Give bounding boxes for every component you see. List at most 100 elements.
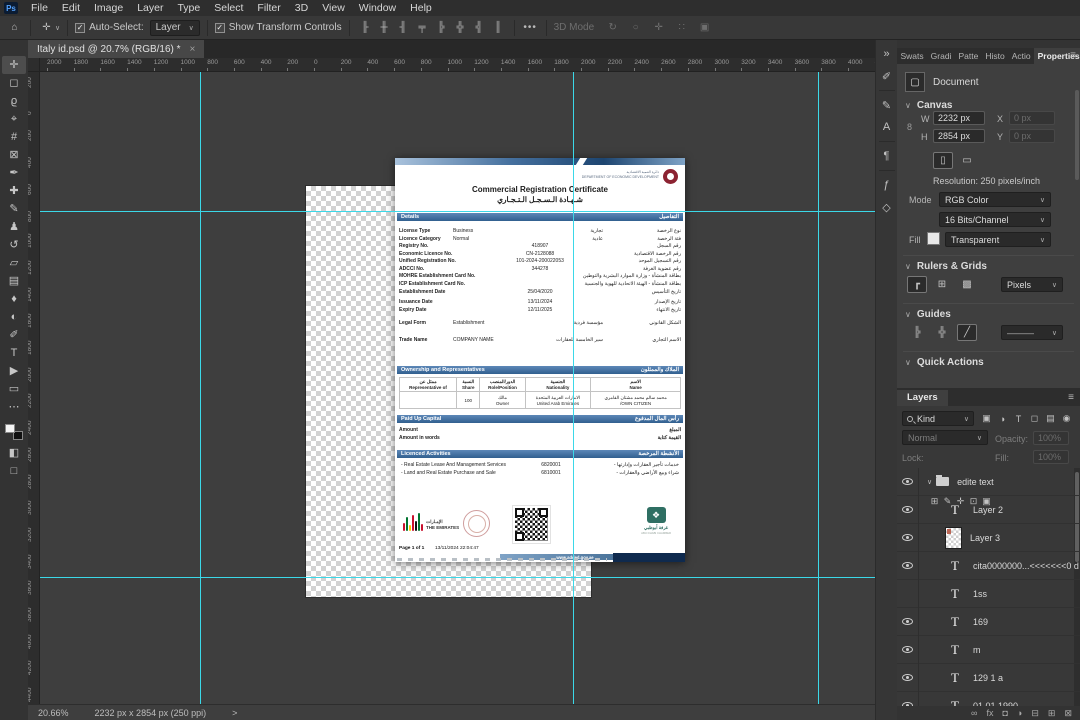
status-chevron-icon[interactable]: > (232, 708, 237, 718)
visibility-toggle[interactable] (897, 579, 919, 608)
new-guide-icon[interactable]: ╠ (907, 324, 927, 341)
menu-help[interactable]: Help (403, 1, 439, 15)
menu-type[interactable]: Type (170, 1, 207, 15)
width-field[interactable]: 2232 px (933, 111, 985, 125)
guide-vertical-2[interactable] (573, 72, 574, 704)
zoom-level[interactable]: 20.66% (38, 708, 69, 718)
y-field[interactable]: 0 px (1009, 129, 1055, 143)
color-mode-select[interactable]: RGB Color ∨ (939, 192, 1051, 207)
filter-pin-icon[interactable]: ◉ (1059, 411, 1074, 426)
gradient-tool[interactable]: ▤ (2, 272, 26, 290)
screen-mode-icon[interactable]: □ (2, 462, 26, 480)
menu-filter[interactable]: Filter (250, 1, 287, 15)
tab-swats[interactable]: Swats (897, 48, 927, 64)
layer-name[interactable]: Layer 3 (970, 533, 1000, 543)
guide-style-select[interactable]: ——— ∨ (1001, 325, 1063, 340)
visibility-toggle[interactable] (897, 523, 919, 552)
layer-name[interactable]: 169 (973, 617, 988, 627)
menu-layer[interactable]: Layer (130, 1, 170, 15)
crop-tool[interactable]: # (2, 128, 26, 146)
move-tool[interactable]: ✛ (2, 56, 26, 74)
layer-row[interactable]: T 1ss (897, 579, 1080, 608)
home-icon[interactable]: ⌂ (6, 22, 23, 33)
lasso-tool[interactable]: ϱ (2, 92, 26, 110)
filter-adjustment-icon[interactable]: ◑ (995, 411, 1010, 426)
collapse-panels-icon[interactable]: » (877, 43, 897, 65)
menu-select[interactable]: Select (207, 1, 250, 15)
frame-tool[interactable]: ⊠ (2, 146, 26, 164)
layer-name[interactable]: 129 1 a (973, 673, 1003, 683)
visibility-toggle[interactable] (897, 607, 919, 636)
show-transform-checkbox[interactable]: ✓ (214, 22, 225, 33)
distribute-center-icon[interactable]: ╬ (452, 22, 469, 33)
layer-row[interactable]: ∨ edite text (897, 468, 1080, 496)
delete-layer-icon[interactable]: ⊠ (1064, 708, 1072, 719)
eraser-tool[interactable]: ▱ (2, 254, 26, 272)
adjustment-layer-icon[interactable]: ◑ (1017, 708, 1022, 718)
shape-tool[interactable]: ▭ (2, 380, 26, 398)
tab-patte[interactable]: Patte (955, 48, 982, 64)
blend-mode-select[interactable]: Normal ∨ (902, 430, 988, 445)
layer-filter-select[interactable]: Kind ∨ (902, 411, 974, 426)
guides-section-header[interactable]: ∨ Guides (905, 309, 951, 320)
clear-guides-icon[interactable]: ╱ (957, 324, 977, 341)
visibility-toggle[interactable] (897, 635, 919, 664)
layer-row[interactable]: T 169 (897, 607, 1080, 636)
layers-menu-icon[interactable]: ≡ (1068, 392, 1074, 403)
distribute-top-icon[interactable]: ╠ (433, 22, 450, 33)
guide-vertical-3[interactable] (818, 72, 819, 704)
guide-horizontal-1[interactable] (40, 211, 875, 212)
layer-name[interactable]: 1ss (973, 589, 987, 599)
tab-histo[interactable]: Histo (982, 48, 1008, 64)
align-center-h-icon[interactable]: ╫ (376, 22, 393, 33)
layer-row[interactable]: T 01.01.1990 (897, 691, 1080, 706)
color-swatches[interactable] (5, 424, 23, 440)
auto-select-target-dropdown[interactable]: Layer ∨ (149, 19, 200, 36)
vertical-ruler[interactable]: 2000200400600800100012001400160018002000… (28, 72, 40, 704)
layer-name[interactable]: Layer 2 (973, 505, 1003, 515)
visibility-toggle[interactable] (897, 468, 919, 496)
history-brush-tool[interactable]: ↺ (2, 236, 26, 254)
menu-file[interactable]: File (24, 1, 55, 15)
quick-mask-icon[interactable]: ◧ (2, 444, 26, 462)
path-selection-tool[interactable]: ▶ (2, 362, 26, 380)
fill-select[interactable]: Transparent ∨ (945, 232, 1051, 247)
foreground-color-swatch[interactable] (5, 424, 15, 433)
brushes-icon[interactable]: ✎ (877, 94, 897, 116)
type-tool[interactable]: T (2, 344, 26, 362)
visibility-toggle[interactable] (897, 495, 919, 524)
chevron-down-icon[interactable]: ∨ (927, 478, 932, 486)
more-tools[interactable]: ⋯ (2, 398, 26, 416)
filter-type-icon[interactable]: T (1011, 411, 1026, 426)
menu-3d[interactable]: 3D (288, 1, 315, 15)
tab-actio[interactable]: Actio (1008, 48, 1034, 64)
photoshop-logo-icon[interactable]: Ps (4, 2, 18, 14)
menu-view[interactable]: View (315, 1, 352, 15)
menu-edit[interactable]: Edit (55, 1, 87, 15)
fill-swatch[interactable] (927, 232, 940, 245)
ruler-icon[interactable]: ┏ (907, 276, 927, 293)
menu-image[interactable]: Image (87, 1, 130, 15)
visibility-toggle[interactable] (897, 691, 919, 706)
chevron-down-icon[interactable]: ∨ (55, 24, 60, 32)
certificate-document[interactable]: دائرة التنمية الاقتصادية DEPARTMENT OF E… (395, 158, 685, 562)
more-options-icon[interactable]: ••• (522, 22, 539, 33)
align-center-v-icon[interactable]: ╤ (414, 22, 431, 33)
scrollbar[interactable] (1075, 90, 1079, 180)
tab-gradi[interactable]: Gradi (927, 48, 955, 64)
distribute-h-icon[interactable]: ║ (490, 22, 507, 33)
link-dimensions-icon[interactable]: 8 (907, 122, 912, 132)
guide-vertical-1[interactable] (200, 72, 201, 704)
menu-window[interactable]: Window (352, 1, 403, 15)
panel-menu-icon[interactable]: ≡ (1070, 50, 1076, 61)
layer-row[interactable]: Layer 3 (897, 523, 1080, 552)
libraries-3d-icon[interactable]: ◇ (877, 196, 897, 218)
distribute-bottom-icon[interactable]: ╣ (471, 22, 488, 33)
pen-tool[interactable]: ✐ (2, 326, 26, 344)
canvas-section-header[interactable]: ∨ Canvas (905, 100, 952, 111)
layers-tab[interactable]: Layers (897, 390, 948, 406)
layer-row[interactable]: Tcita0000000...<<<<<<<0 d (897, 551, 1080, 580)
filter-pixel-icon[interactable]: ▣ (979, 411, 994, 426)
glyphs-panel-icon[interactable]: ƒ (877, 174, 897, 196)
visibility-toggle[interactable] (897, 663, 919, 692)
